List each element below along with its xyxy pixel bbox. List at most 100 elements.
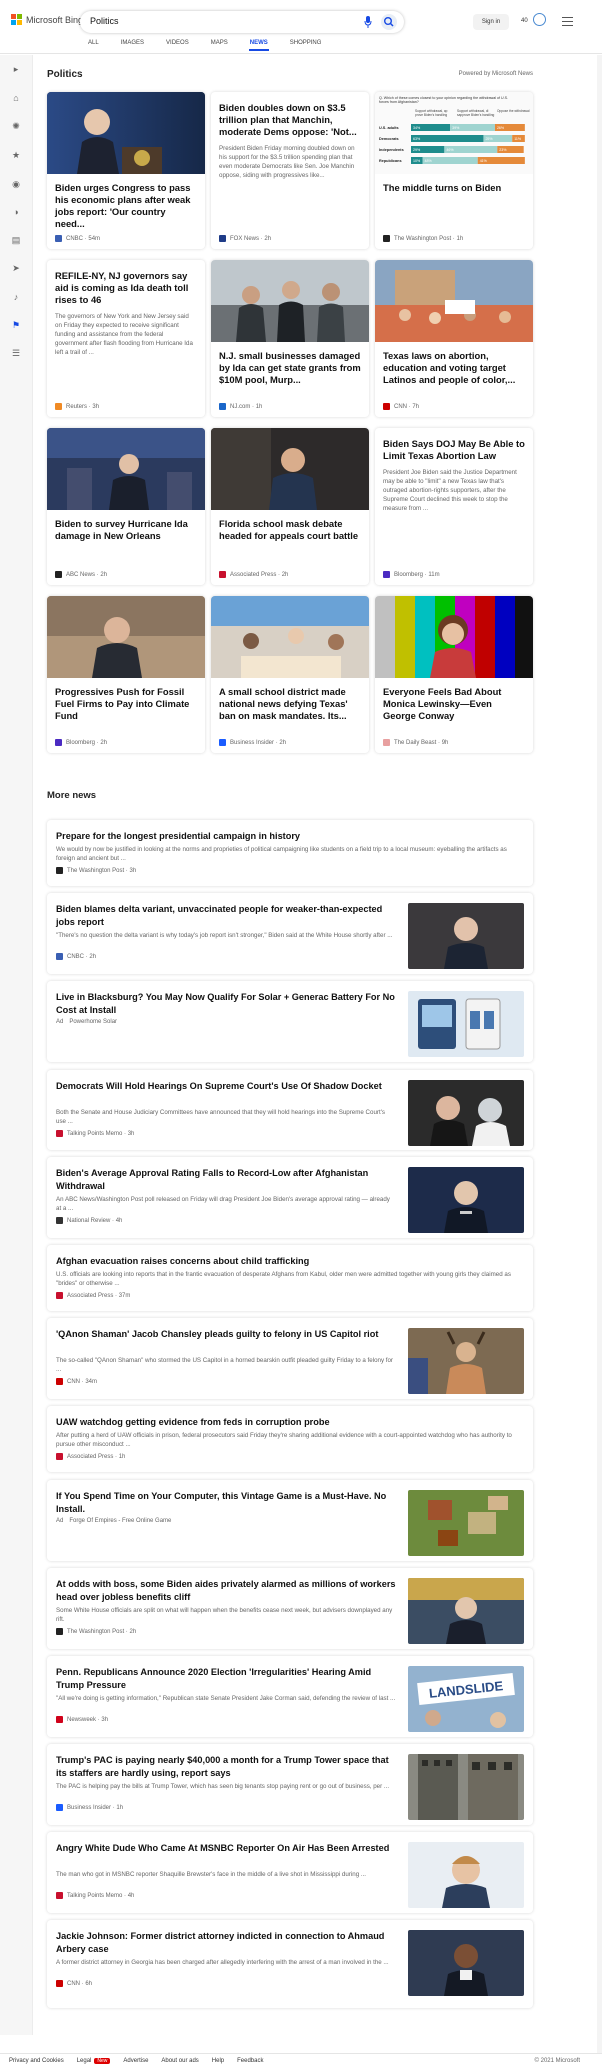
news-card-title[interactable]: Biden Says DOJ May Be Able to Limit Texa…: [375, 438, 533, 462]
news-item-thumbnail[interactable]: [408, 1167, 524, 1233]
news-item[interactable]: Live in Blacksburg? You May Now Qualify …: [47, 981, 533, 1062]
news-item-thumbnail[interactable]: [408, 1754, 524, 1820]
news-card[interactable]: Everyone Feels Bad About Monica Lewinsky…: [375, 596, 533, 753]
news-card-source[interactable]: CNBC · 54m: [55, 235, 100, 242]
news-item-title[interactable]: Penn. Republicans Announce 2020 Election…: [56, 1666, 396, 1692]
news-item-title[interactable]: UAW watchdog getting evidence from feds …: [56, 1416, 516, 1429]
news-item-thumbnail[interactable]: [408, 1842, 524, 1908]
news-item[interactable]: Penn. Republicans Announce 2020 Election…: [47, 1656, 533, 1737]
search-box[interactable]: Politics: [80, 11, 404, 33]
news-card-title[interactable]: N.J. small businesses damaged by Ida can…: [211, 350, 369, 386]
news-card-title[interactable]: Florida school mask debate headed for ap…: [211, 518, 369, 542]
news-card[interactable]: Q. Which of these comes closest to your …: [375, 92, 533, 249]
footer-link-legal[interactable]: Legal: [77, 2058, 92, 2064]
news-card-title[interactable]: Biden to survey Hurricane Ida damage in …: [47, 518, 205, 542]
coronavirus-icon[interactable]: ✺: [11, 121, 21, 131]
more-topics-icon[interactable]: ☰: [11, 348, 21, 358]
news-item-title[interactable]: At odds with boss, some Biden aides priv…: [56, 1578, 396, 1604]
news-item-title[interactable]: Jackie Johnson: Former district attorney…: [56, 1930, 396, 1956]
news-item-source[interactable]: Associated Press · 1h: [56, 1453, 125, 1460]
powered-by[interactable]: Powered by Microsoft News: [459, 71, 533, 77]
news-item[interactable]: Prepare for the longest presidential cam…: [47, 820, 533, 886]
news-item[interactable]: If You Spend Time on Your Computer, this…: [47, 1480, 533, 1561]
home-icon[interactable]: ⌂: [11, 93, 21, 103]
business-icon[interactable]: ▤: [11, 235, 21, 245]
news-card[interactable]: Biden Says DOJ May Be Able to Limit Texa…: [375, 428, 533, 585]
news-item[interactable]: UAW watchdog getting evidence from feds …: [47, 1406, 533, 1472]
search-input[interactable]: Politics: [90, 16, 119, 26]
search-button[interactable]: [381, 14, 397, 30]
news-item-source[interactable]: CNBC · 2h: [56, 953, 96, 960]
news-card-title[interactable]: Texas laws on abortion, education and vo…: [375, 350, 533, 386]
news-card-source[interactable]: The Washington Post · 1h: [383, 235, 463, 242]
news-item-source[interactable]: CNN · 34m: [56, 1378, 97, 1385]
news-item-source[interactable]: Newsweek · 3h: [56, 1716, 108, 1723]
news-card[interactable]: N.J. small businesses damaged by Ida can…: [211, 260, 369, 417]
news-item-source[interactable]: Business Insider · 1h: [56, 1804, 123, 1811]
news-card[interactable]: A small school district made national ne…: [211, 596, 369, 753]
local-icon[interactable]: ◉: [11, 179, 21, 189]
news-item-thumbnail[interactable]: [408, 1080, 524, 1146]
news-card-title[interactable]: Biden urges Congress to pass his economi…: [47, 182, 205, 230]
news-item[interactable]: Biden blames delta variant, unvaccinated…: [47, 893, 533, 974]
news-card-title[interactable]: A small school district made national ne…: [211, 686, 369, 722]
news-item-thumbnail[interactable]: [408, 1490, 524, 1556]
rewards-icon[interactable]: [533, 13, 546, 26]
entertainment-icon[interactable]: ♪: [11, 292, 21, 302]
news-item-title[interactable]: Biden's Average Approval Rating Falls to…: [56, 1167, 396, 1193]
news-card-source[interactable]: Bloomberg · 2h: [55, 739, 107, 746]
technology-icon[interactable]: ➤: [11, 263, 21, 273]
news-card-source[interactable]: FOX News · 2h: [219, 235, 271, 242]
news-item-thumbnail[interactable]: [408, 1328, 524, 1394]
tab-news[interactable]: NEWS: [248, 40, 269, 51]
tab-videos[interactable]: VIDEOS: [166, 40, 189, 51]
news-item-thumbnail[interactable]: [408, 1930, 524, 1996]
news-item-source[interactable]: National Review · 4h: [56, 1217, 122, 1224]
footer-link-help[interactable]: Help: [212, 2058, 224, 2064]
news-card-title[interactable]: Biden doubles down on $3.5 trillion plan…: [211, 102, 369, 138]
news-card-source[interactable]: NJ.com · 1h: [219, 403, 262, 410]
tab-images[interactable]: IMAGES: [121, 40, 144, 51]
news-item[interactable]: Angry White Dude Who Came At MSNBC Repor…: [47, 1832, 533, 1913]
tab-shopping[interactable]: SHOPPING: [290, 40, 322, 51]
news-item-thumbnail[interactable]: LANDSLIDE: [408, 1666, 524, 1732]
news-item-title[interactable]: Trump's PAC is paying nearly $40,000 a m…: [56, 1754, 396, 1780]
news-card-source[interactable]: ABC News · 2h: [55, 571, 107, 578]
news-item-title[interactable]: Live in Blacksburg? You May Now Qualify …: [56, 991, 396, 1017]
news-item-title[interactable]: 'QAnon Shaman' Jacob Chansley pleads gui…: [56, 1328, 396, 1341]
menu-icon[interactable]: [562, 17, 573, 29]
news-card-source[interactable]: Associated Press · 2h: [219, 571, 288, 578]
news-item[interactable]: Democrats Will Hold Hearings On Supreme …: [47, 1070, 533, 1150]
news-card[interactable]: Florida school mask debate headed for ap…: [211, 428, 369, 585]
news-card[interactable]: Texas laws on abortion, education and vo…: [375, 260, 533, 417]
news-item-source[interactable]: CNN · 6h: [56, 1980, 92, 1987]
news-card-source[interactable]: Business Insider · 2h: [219, 739, 286, 746]
news-item[interactable]: Afghan evacuation raises concerns about …: [47, 1245, 533, 1311]
news-item-source[interactable]: Talking Points Memo · 3h: [56, 1130, 134, 1137]
news-card-source[interactable]: The Daily Beast · 9h: [383, 739, 448, 746]
scrollbar[interactable]: [597, 55, 602, 2053]
news-item-title[interactable]: Democrats Will Hold Hearings On Supreme …: [56, 1080, 396, 1093]
news-item[interactable]: Biden's Average Approval Rating Falls to…: [47, 1157, 533, 1238]
news-card[interactable]: Biden urges Congress to pass his economi…: [47, 92, 205, 249]
news-card-title[interactable]: Everyone Feels Bad About Monica Lewinsky…: [375, 686, 533, 722]
news-item[interactable]: Jackie Johnson: Former district attorney…: [47, 1920, 533, 2008]
news-item[interactable]: 'QAnon Shaman' Jacob Chansley pleads gui…: [47, 1318, 533, 1399]
news-card[interactable]: REFILE-NY, NJ governors say aid is comin…: [47, 260, 205, 417]
footer-link-feedback[interactable]: Feedback: [237, 2058, 263, 2064]
news-item-source[interactable]: Associated Press · 37m: [56, 1292, 130, 1299]
expand-icon[interactable]: ▸: [11, 64, 21, 74]
tab-maps[interactable]: MAPS: [211, 40, 228, 51]
sign-in-button[interactable]: Sign in: [473, 14, 509, 30]
news-card[interactable]: Biden to survey Hurricane Ida damage in …: [47, 428, 205, 585]
news-card[interactable]: Progressives Push for Fossil Fuel Firms …: [47, 596, 205, 753]
news-item-source[interactable]: Ad Powerhome Solar: [56, 1019, 117, 1025]
news-item[interactable]: Trump's PAC is paying nearly $40,000 a m…: [47, 1744, 533, 1825]
news-item-thumbnail[interactable]: [408, 991, 524, 1057]
footer-link-advertise[interactable]: Advertise: [123, 2058, 148, 2064]
news-item-source[interactable]: Talking Points Memo · 4h: [56, 1892, 134, 1899]
news-item-title[interactable]: Angry White Dude Who Came At MSNBC Repor…: [56, 1842, 396, 1855]
footer-link-privacy-and-cookies[interactable]: Privacy and Cookies: [9, 2058, 64, 2064]
news-item-title[interactable]: Afghan evacuation raises concerns about …: [56, 1255, 516, 1268]
news-item-source[interactable]: The Washington Post · 2h: [56, 1628, 136, 1635]
